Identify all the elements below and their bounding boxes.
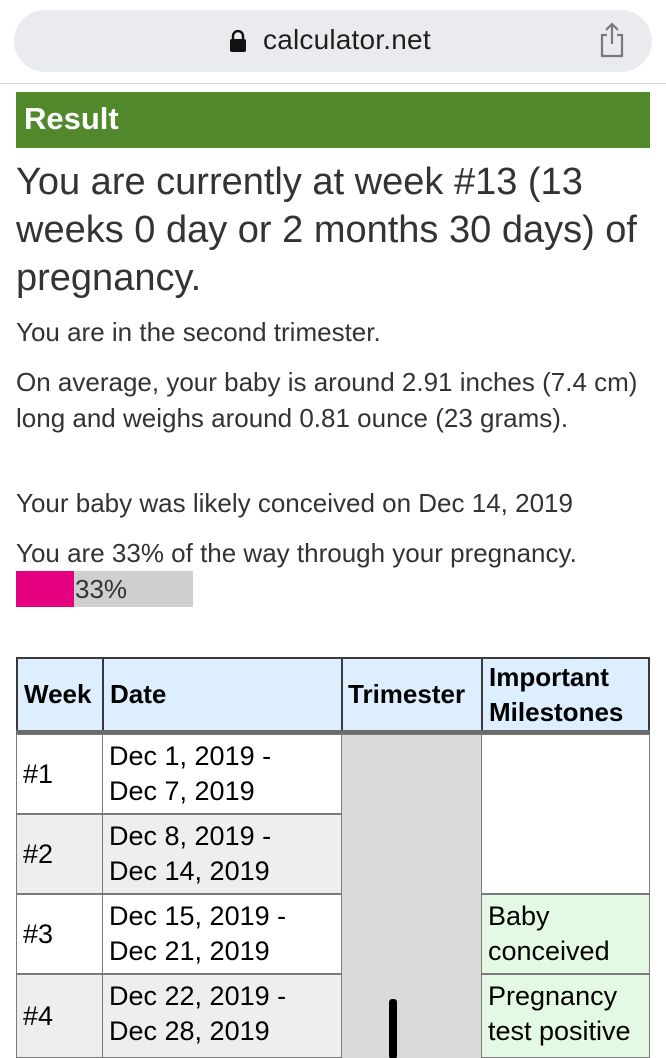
date-cell-line1: Dec 8, 2019 - — [109, 821, 272, 851]
header-week-label: Week — [24, 679, 92, 709]
header-week: Week — [16, 657, 104, 732]
progress-label: 33% — [75, 574, 128, 604]
table-row-week: #4 — [16, 974, 104, 1058]
conceived-date-text: Your baby was likely conceived on Dec 14… — [16, 488, 573, 518]
milestone-cell-empty — [481, 734, 650, 894]
browser-toolbar: calculator.net — [0, 0, 666, 84]
share-icon[interactable] — [596, 22, 628, 58]
table-row-date: Dec 22, 2019 - Dec 28, 2019 — [102, 974, 343, 1058]
table-row-date: Dec 8, 2019 - Dec 14, 2019 — [102, 814, 343, 894]
header-trimester-label: Trimester — [348, 679, 466, 709]
date-cell-line2: Dec 14, 2019 — [109, 856, 270, 886]
header-trimester: Trimester — [341, 657, 483, 732]
milestone-line2: test positive — [488, 1016, 631, 1046]
date-cell-line2: Dec 21, 2019 — [109, 936, 270, 966]
table-row-week: #1 — [16, 734, 104, 814]
progress-bar: 33% — [16, 571, 193, 607]
milestone-line2: conceived — [488, 936, 610, 966]
progress-text: You are 33% of the way through your preg… — [16, 538, 577, 568]
header-milestones-line2: Milestones — [489, 696, 624, 727]
header-milestones-line1: Important — [489, 661, 609, 692]
header-date: Date — [102, 657, 343, 732]
week-cell: #1 — [23, 758, 54, 789]
lock-icon — [230, 30, 246, 52]
progress-fill — [16, 571, 75, 607]
milestone-cell: Baby conceived — [481, 894, 650, 974]
milestone-line1: Baby — [488, 901, 550, 931]
date-cell-line1: Dec 22, 2019 - — [109, 981, 287, 1011]
result-header: Result — [16, 92, 650, 148]
trimester-marker — [389, 999, 397, 1058]
result-headline: You are currently at week #13 (13 weeks … — [16, 161, 637, 299]
date-cell-line1: Dec 15, 2019 - — [109, 901, 287, 931]
header-milestones: Important Milestones — [481, 657, 650, 732]
table-row-week: #2 — [16, 814, 104, 894]
table-row-week: #3 — [16, 894, 104, 974]
milestone-line1: Pregnancy — [488, 981, 618, 1011]
trimester-text: You are in the second trimester. — [16, 317, 381, 347]
baby-size-text: On average, your baby is around 2.91 inc… — [16, 367, 638, 433]
trimester-cell — [341, 734, 483, 1058]
header-date-label: Date — [110, 679, 167, 709]
date-cell-line1: Dec 1, 2019 - — [109, 741, 272, 771]
week-cell: #3 — [23, 918, 54, 949]
week-cell: #4 — [23, 1000, 54, 1031]
date-cell-line2: Dec 7, 2019 — [109, 776, 255, 806]
pregnancy-week-table: Week Date Trimester Important Milestones… — [16, 657, 650, 1058]
table-row-date: Dec 15, 2019 - Dec 21, 2019 — [102, 894, 343, 974]
week-cell: #2 — [23, 838, 54, 869]
milestone-cell: Pregnancy test positive — [481, 974, 650, 1058]
table-row-date: Dec 1, 2019 - Dec 7, 2019 — [102, 734, 343, 814]
url-text[interactable]: calculator.net — [263, 24, 431, 56]
date-cell-line2: Dec 28, 2019 — [109, 1016, 270, 1046]
